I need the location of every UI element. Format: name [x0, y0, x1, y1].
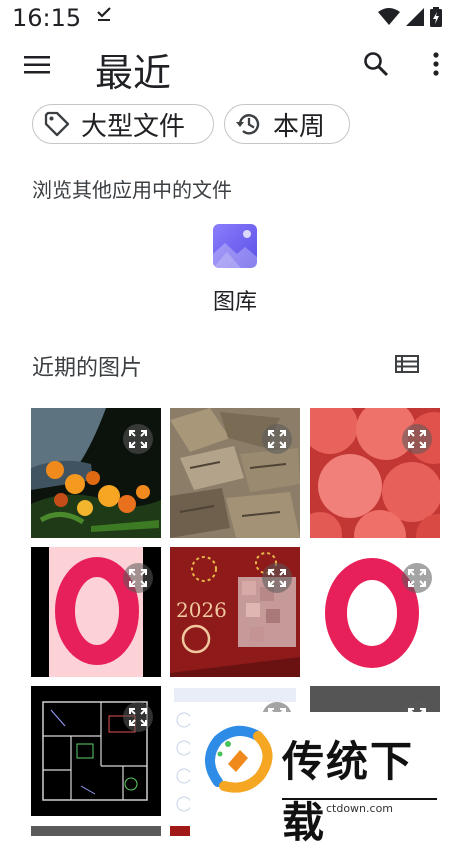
menu-button[interactable]: [22, 50, 52, 80]
image-thumbnail-compost[interactable]: [31, 408, 161, 538]
app-bar: 最近: [0, 38, 470, 96]
chip-label: 大型文件: [81, 111, 186, 142]
hamburger-menu-icon: [24, 56, 50, 74]
status-time: 16:15: [12, 4, 82, 32]
expand-icon[interactable]: [123, 563, 153, 593]
watermark-url: ctdown.com: [282, 798, 437, 815]
image-thumbnail-partial[interactable]: [31, 826, 161, 836]
history-icon: [236, 114, 260, 135]
watermark: 传统下载 ctdown.com: [190, 712, 452, 847]
expand-icon[interactable]: [123, 424, 153, 454]
expand-icon[interactable]: [402, 563, 432, 593]
image-thumbnail-pink-ring[interactable]: [31, 547, 161, 677]
search-icon[interactable]: [362, 50, 390, 78]
battery-icon: [430, 7, 442, 27]
gallery-app-shortcut[interactable]: 图库: [205, 224, 265, 316]
expand-icon[interactable]: [402, 424, 432, 454]
gallery-app-label: 图库: [212, 290, 257, 315]
expand-icon[interactable]: [262, 424, 292, 454]
recent-images-title: 近期的图片: [32, 356, 143, 381]
chip-large-files[interactable]: 大型文件: [32, 104, 214, 144]
expand-icon[interactable]: [262, 563, 292, 593]
watermark-logo: [205, 725, 273, 793]
chip-this-week[interactable]: 本周: [224, 104, 350, 144]
wifi-icon: [378, 8, 400, 25]
image-thumbnail-new-year[interactable]: 2026: [170, 547, 300, 677]
image-thumbnail-floor-plan[interactable]: [31, 686, 161, 816]
more-options-icon[interactable]: [428, 50, 444, 78]
page-title: 最近: [95, 51, 172, 95]
expand-icon[interactable]: [123, 702, 153, 732]
watermark-title: 传统下载: [282, 737, 415, 847]
image-thumbnail-apples[interactable]: [310, 408, 440, 538]
image-thumbnail-cardboard[interactable]: [170, 408, 300, 538]
image-thumbnail-partial[interactable]: [170, 826, 190, 836]
tag-icon: [44, 111, 70, 137]
browse-section-label: 浏览其他应用中的文件: [32, 178, 232, 202]
status-bar: 16:15: [0, 0, 470, 38]
gallery-icon: [213, 224, 257, 268]
chip-label: 本周: [273, 111, 326, 142]
list-view-icon[interactable]: [395, 352, 419, 376]
signal-icon: [406, 8, 424, 26]
image-thumbnail-pink-ring-white[interactable]: [310, 547, 440, 677]
svg-text:2026: 2026: [176, 598, 227, 622]
download-done-icon: [97, 7, 111, 21]
